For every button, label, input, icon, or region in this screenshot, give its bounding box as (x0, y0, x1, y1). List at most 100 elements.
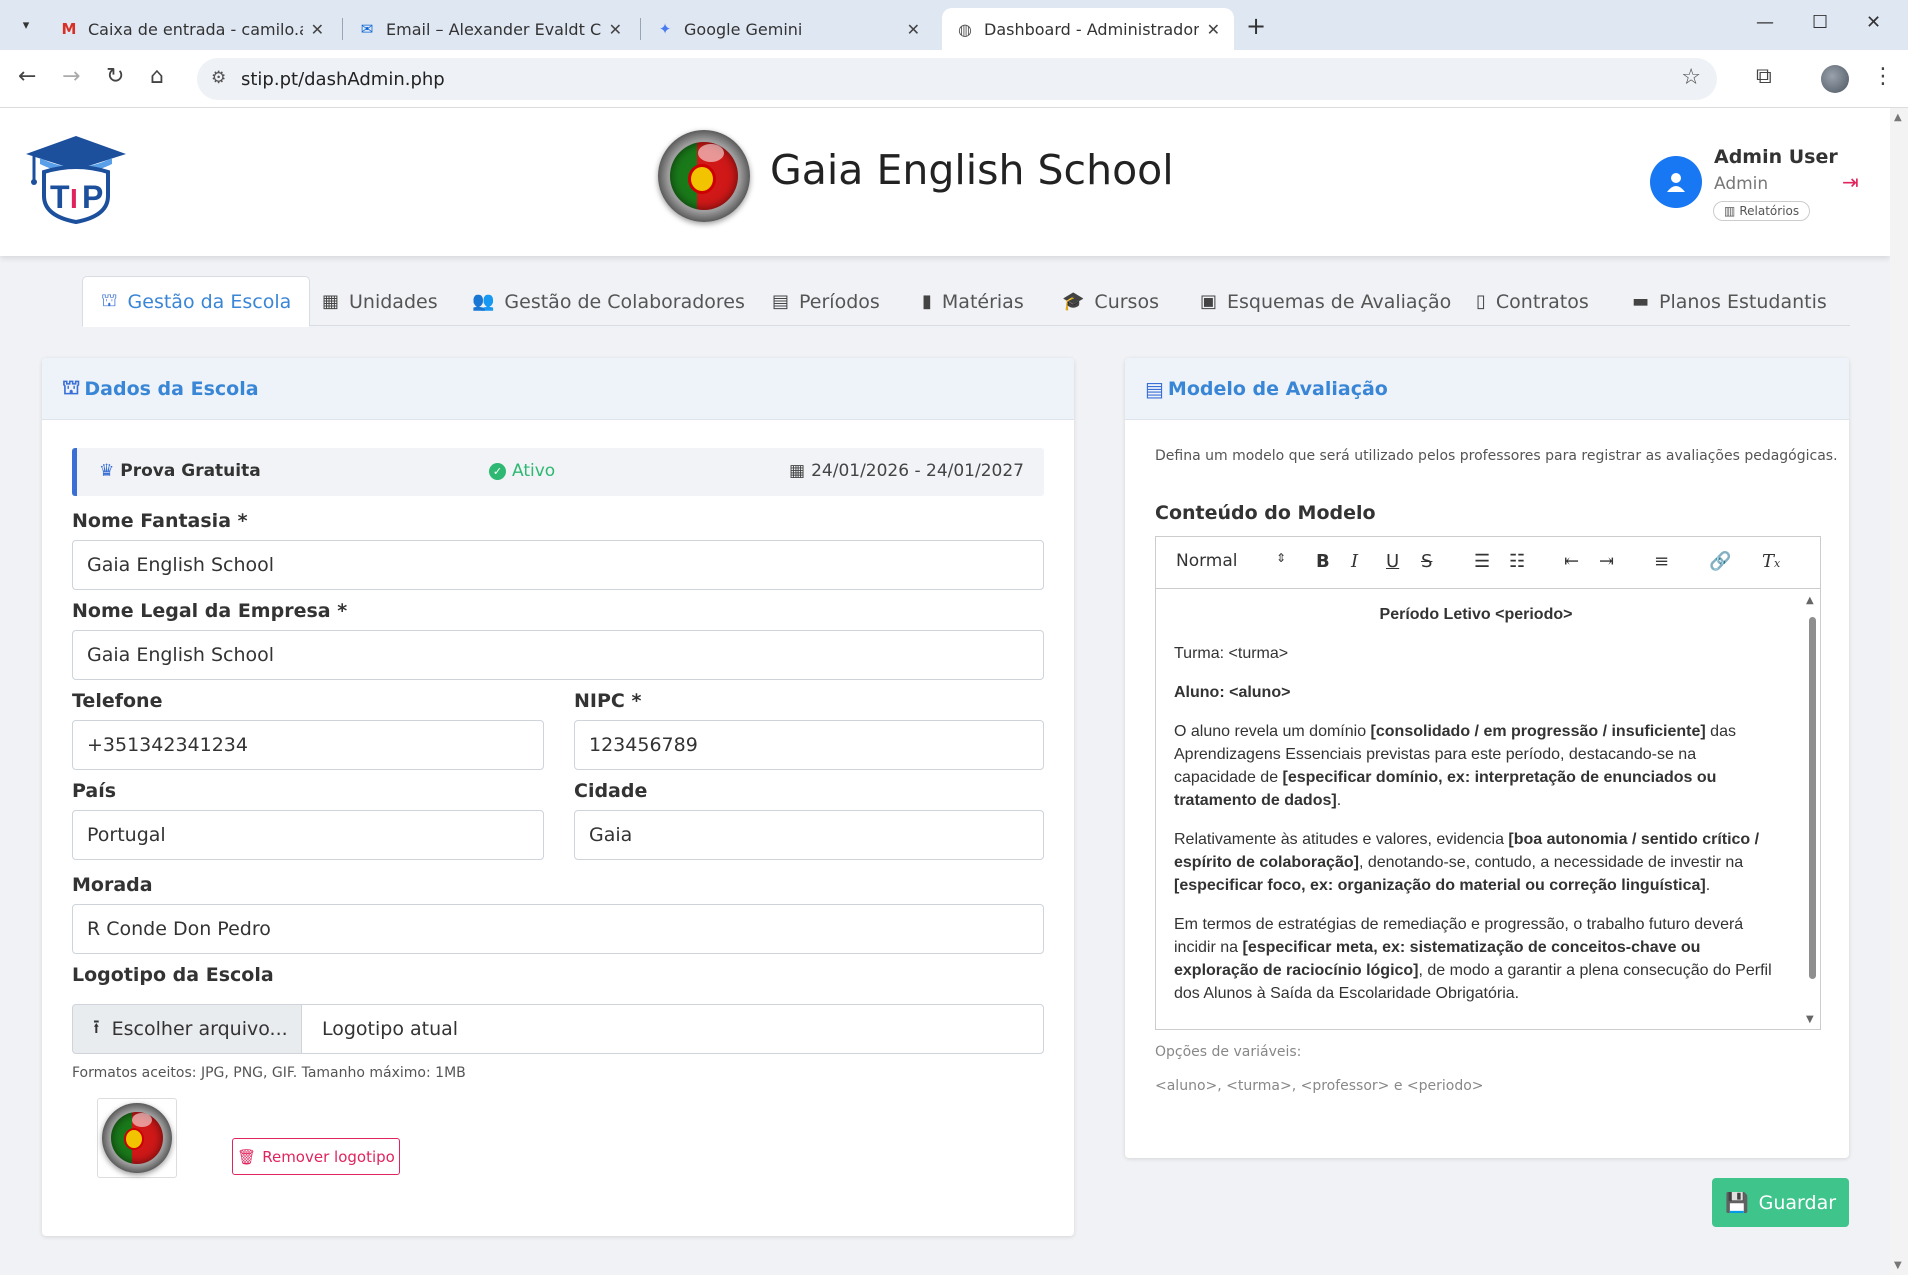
country-input[interactable]: Portugal (72, 810, 544, 860)
close-icon[interactable]: ✕ (907, 20, 920, 39)
tab-contracts[interactable]: ▯ Contratos (1458, 276, 1607, 327)
evaluation-model-card: ▤ Modelo de Avaliação Defina um modelo q… (1125, 358, 1849, 1158)
menu-dots-icon[interactable]: ⋮ (1872, 64, 1894, 89)
scroll-thumb[interactable] (1809, 617, 1816, 979)
clear-format-icon[interactable]: Tx (1762, 551, 1780, 572)
underline-icon[interactable]: U (1386, 551, 1399, 572)
graduation-cap-icon: 🎓 (1062, 291, 1085, 312)
evaluation-model-card-header: ▤ Modelo de Avaliação (1125, 358, 1849, 420)
italic-icon[interactable]: I (1351, 551, 1358, 572)
page-scrollbar[interactable]: ▲ ▼ (1890, 108, 1908, 1275)
editor-content[interactable]: Período Letivo <periodo> Turma: <turma> … (1156, 589, 1796, 1029)
phone-label: Telefone (72, 690, 163, 712)
remove-logo-button[interactable]: 🗑 Remover logotipo (232, 1138, 400, 1175)
window-close-icon[interactable]: ✕ (1866, 12, 1881, 33)
maximize-icon[interactable]: ☐ (1812, 12, 1828, 33)
home-icon[interactable]: ⌂ (150, 64, 164, 89)
site-header: T I P Gaia English School Admin User Adm… (0, 108, 1890, 256)
tab-periods[interactable]: ▤ Períodos (754, 276, 898, 327)
save-button[interactable]: 💾 Guardar (1712, 1178, 1849, 1227)
choose-file-button[interactable]: ⭱ Escolher arquivo... (72, 1004, 302, 1054)
link-icon[interactable]: 🔗 (1709, 551, 1731, 572)
site-info-icon[interactable]: ⚙ (211, 68, 226, 88)
plan-dates: 24/01/2026 - 24/01/2027 (811, 461, 1024, 481)
new-tab-plus-icon[interactable]: + (1246, 12, 1266, 40)
indent-icon[interactable]: ⇥ (1599, 551, 1614, 572)
school-icon: ⛫ (62, 375, 81, 399)
city-label: Cidade (574, 780, 648, 802)
phone-input[interactable]: +351342341234 (72, 720, 544, 770)
plan-info-box: ♛ Prova Gratuita ✓ Ativo ▦ 24/01/2026 - … (72, 448, 1044, 496)
editor-scrollbar[interactable]: ▲ ▼ (1806, 595, 1818, 1025)
scroll-up-icon[interactable]: ▲ (1806, 595, 1814, 606)
close-icon[interactable]: ✕ (311, 20, 324, 39)
plan-name: Prova Gratuita (120, 461, 261, 481)
page-content: T I P Gaia English School Admin User Adm… (0, 108, 1890, 1275)
tip-logo-icon[interactable]: T I P (22, 132, 130, 224)
svg-text:I: I (70, 183, 78, 214)
chart-bar-icon: ▥ (1724, 204, 1736, 218)
reload-icon[interactable]: ↻ (106, 64, 124, 89)
tab-school-management[interactable]: ⛫ Gestão da Escola (82, 276, 311, 327)
trade-name-input[interactable]: Gaia English School (72, 540, 1044, 590)
user-role: Admin (1714, 174, 1769, 194)
close-icon[interactable]: ✕ (609, 20, 622, 39)
back-arrow-icon[interactable]: ← (18, 64, 36, 89)
bullet-list-icon[interactable]: ☷ (1509, 551, 1525, 572)
format-select[interactable]: Normal ⇕ (1176, 551, 1286, 571)
legal-name-input[interactable]: Gaia English School (72, 630, 1044, 680)
file-icon: ▯ (1476, 291, 1486, 312)
bookmark-star-icon[interactable]: ☆ (1681, 65, 1701, 90)
city-input[interactable]: Gaia (574, 810, 1044, 860)
plan-status: Ativo (512, 461, 556, 481)
svg-text:T: T (50, 179, 70, 215)
school-name-title: Gaia English School (770, 146, 1174, 194)
forward-arrow-icon[interactable]: → (62, 64, 80, 89)
extensions-icon[interactable]: ⧉ (1756, 64, 1772, 89)
outdent-icon[interactable]: ⇤ (1564, 551, 1579, 572)
browser-tab-gemini[interactable]: ✦ Google Gemini ✕ (642, 8, 934, 50)
minimize-icon[interactable]: — (1756, 12, 1774, 33)
browser-tab-bar: ▾ M Caixa de entrada - camilo.alexa ✕ ✉ … (0, 0, 1908, 50)
tab-staff-management[interactable]: 👥 Gestão de Colaboradores (454, 276, 763, 327)
scroll-down-icon[interactable]: ▼ (1806, 1014, 1814, 1025)
address-bar[interactable]: ⚙ stip.pt/dashAdmin.php ☆ (197, 58, 1717, 100)
browser-tab-dashboard[interactable]: ◍ Dashboard - Administrador ✕ (942, 8, 1234, 50)
svg-text:P: P (82, 179, 103, 215)
bold-icon[interactable]: B (1316, 551, 1330, 572)
address-input[interactable]: R Conde Don Pedro (72, 904, 1044, 954)
user-avatar-icon[interactable] (1650, 156, 1702, 208)
variables-label: Opções de variáveis: (1155, 1044, 1302, 1060)
browser-tab-outlook[interactable]: ✉ Email – Alexander Evaldt Camilo ✕ (344, 8, 636, 50)
school-data-card-header: ⛫ Dados da Escola (42, 358, 1074, 420)
tab-student-plans[interactable]: ▬ Planos Estudantis (1614, 276, 1845, 327)
align-icon[interactable]: ≡ (1654, 551, 1669, 572)
check-circle-icon: ✓ (489, 462, 506, 480)
reports-button[interactable]: ▥ Relatórios (1713, 201, 1811, 221)
nipc-input[interactable]: 123456789 (574, 720, 1044, 770)
variables-list: <aluno>, <turma>, <professor> e <periodo… (1155, 1078, 1484, 1094)
browser-tab-gmail[interactable]: M Caixa de entrada - camilo.alexa ✕ (46, 8, 338, 50)
logout-icon[interactable]: ⇥ (1842, 170, 1859, 194)
profile-avatar[interactable] (1821, 65, 1849, 93)
browser-toolbar: ← → ↻ ⌂ ⚙ stip.pt/dashAdmin.php ☆ ⧉ ⋮ (0, 50, 1908, 108)
tab-assessment-schemes[interactable]: ▣ Esquemas de Avaliação (1182, 276, 1469, 327)
trash-icon: 🗑 (237, 1147, 257, 1166)
user-name: Admin User (1714, 146, 1838, 168)
calculator-icon: ▣ (1200, 291, 1218, 312)
scroll-up-icon[interactable]: ▲ (1894, 112, 1902, 123)
ordered-list-icon[interactable]: ☰ (1474, 551, 1490, 572)
strikethrough-icon[interactable]: S (1421, 551, 1432, 572)
tab-list-chevron-icon[interactable]: ▾ (12, 11, 40, 39)
school-flag-logo (658, 130, 750, 222)
calendar-icon: ▦ (789, 461, 806, 481)
gmail-icon: M (61, 20, 77, 38)
tab-units[interactable]: ▦ Unidades (304, 276, 456, 327)
save-disk-icon: 💾 (1724, 1192, 1749, 1214)
rich-text-editor: Normal ⇕ B I U S ☰ ☷ ⇤ ⇥ ≡ 🔗 Tx Período … (1155, 536, 1821, 1030)
country-label: País (72, 780, 117, 802)
close-icon[interactable]: ✕ (1207, 20, 1220, 39)
tab-subjects[interactable]: ▮ Matérias (904, 276, 1042, 327)
tab-courses[interactable]: 🎓 Cursos (1044, 276, 1177, 327)
scroll-down-icon[interactable]: ▼ (1894, 1260, 1902, 1271)
